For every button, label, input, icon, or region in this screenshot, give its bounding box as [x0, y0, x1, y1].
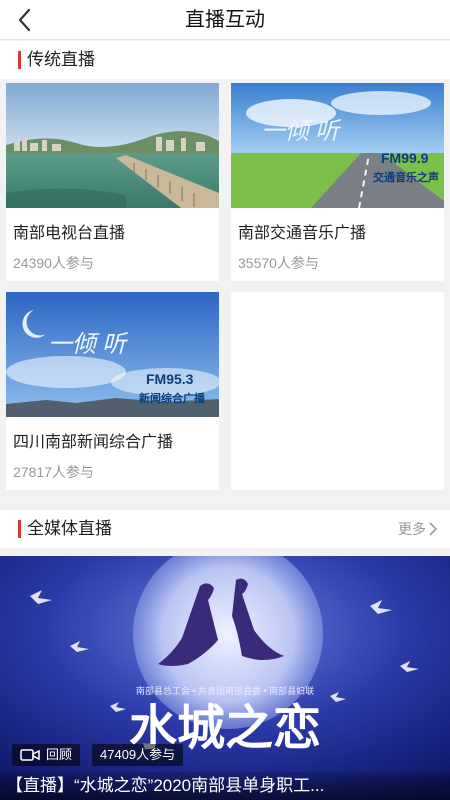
page-title: 直播互动: [185, 9, 265, 31]
participant-count: 27817人参与: [13, 464, 94, 480]
card-title: 南部交通音乐广播: [238, 225, 367, 242]
empty-card-slot: [231, 292, 444, 490]
svg-text:交通音乐之声: 交通音乐之声: [373, 170, 439, 184]
svg-text:一倾 听: 一倾 听: [261, 118, 342, 145]
live-card-news-radio[interactable]: 一倾 听 FM95.3 新闻综合广播 四川南部新闻综合广播 27817人参与: [6, 292, 219, 490]
participant-count: 24390人参与: [13, 255, 94, 271]
replay-label: 回顾: [46, 747, 73, 762]
more-label: 更多: [398, 521, 426, 537]
top-bar: 直播互动: [0, 0, 450, 40]
participant-badge: 47409人参与: [92, 744, 184, 766]
section-accent-bar: [18, 51, 21, 69]
section-title: 全媒体直播: [27, 519, 112, 538]
featured-live-title[interactable]: 【直播】“水城之恋”2020南部县单身职工...: [0, 772, 450, 800]
replay-badge: 回顾: [12, 744, 81, 766]
section-header-traditional: 传统直播: [0, 41, 450, 79]
participant-count: 35570人参与: [238, 255, 319, 271]
section-header-all-media: 全媒体直播 更多: [0, 510, 450, 548]
card-title: 南部电视台直播: [13, 225, 126, 242]
live-card-traffic-radio[interactable]: 一倾 听 FM99.9 交通音乐之声 南部交通音乐广播 35570人参与: [231, 83, 444, 281]
thumbnail-image: [6, 83, 219, 208]
section-title: 传统直播: [27, 50, 95, 69]
thumbnail-image: 一倾 听 FM95.3 新闻综合广播: [6, 292, 219, 417]
thumbnail-image: 一倾 听 FM99.9 交通音乐之声: [231, 83, 444, 208]
section-accent-bar: [18, 520, 21, 538]
svg-text:一倾 听: 一倾 听: [48, 331, 129, 358]
svg-text:FM95.3: FM95.3: [146, 371, 194, 387]
video-camera-icon: [20, 749, 40, 761]
svg-text:南部县总工会 • 共青团南部县委 • 南部县妇联: 南部县总工会 • 共青团南部县委 • 南部县妇联: [136, 685, 314, 696]
svg-text:FM99.9: FM99.9: [381, 150, 429, 166]
more-link[interactable]: 更多: [398, 510, 438, 548]
chevron-right-icon: [429, 522, 438, 536]
live-card-tv[interactable]: 南部电视台直播 24390人参与: [6, 83, 219, 281]
svg-text:新闻综合广播: 新闻综合广播: [139, 391, 206, 405]
card-title: 四川南部新闻综合广播: [13, 434, 174, 451]
